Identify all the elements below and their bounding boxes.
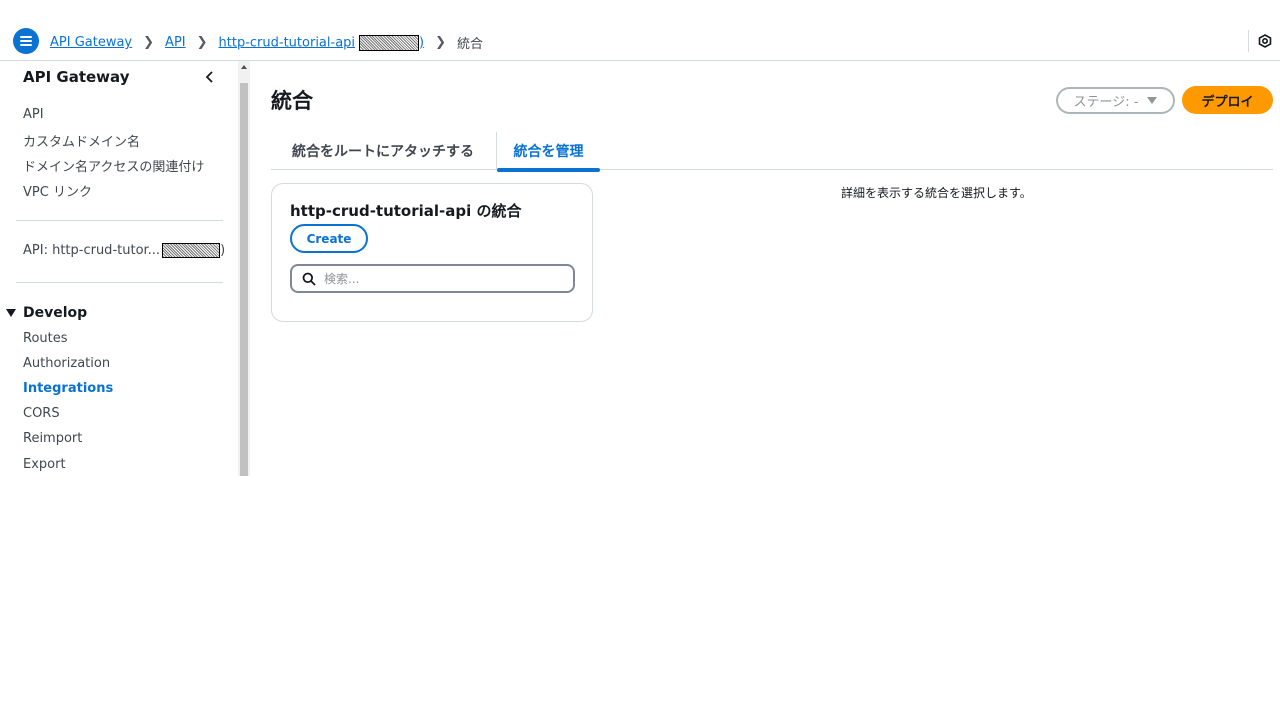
sidebar-item-export[interactable]: Export xyxy=(23,457,66,472)
chevron-left-icon[interactable] xyxy=(202,69,218,85)
sidebar-section-develop[interactable]: Develop xyxy=(6,305,87,321)
redacted-block xyxy=(162,243,221,258)
create-button[interactable]: Create xyxy=(290,224,368,253)
sidebar: API Gateway API カスタムドメイン名 ドメイン名アクセスの関連付け… xyxy=(0,61,238,476)
chevron-right-icon: ❯ xyxy=(435,35,447,50)
tab-bar: 統合をルートにアタッチする 統合を管理 xyxy=(271,132,1273,172)
sidebar-item-domain-access[interactable]: ドメイン名アクセスの関連付け xyxy=(23,156,204,175)
sidebar-api-label-suffix: ) xyxy=(220,243,226,258)
sidebar-item-api-name[interactable]: API: http-crud-tutor...) xyxy=(23,243,225,258)
stage-dropdown-label: ステージ: - xyxy=(1073,95,1139,110)
chevron-right-icon: ❯ xyxy=(196,35,208,50)
breadcrumb-api-gateway[interactable]: API Gateway xyxy=(50,35,132,50)
breadcrumb-api-name-suffix: ) xyxy=(419,35,425,50)
sidebar-item-cors[interactable]: CORS xyxy=(23,406,60,421)
stage-dropdown[interactable]: ステージ: - xyxy=(1056,87,1175,114)
scroll-up-arrow-icon[interactable] xyxy=(241,65,247,69)
scrollbar-thumb[interactable] xyxy=(240,83,248,476)
search-input[interactable] xyxy=(324,271,564,286)
page-title: 統合 xyxy=(271,89,313,113)
sidebar-item-vpc-links[interactable]: VPC リンク xyxy=(23,181,92,200)
search-icon xyxy=(302,272,316,286)
breadcrumb: API Gateway ❯ API ❯ http-crud-tutorial-a… xyxy=(50,33,483,52)
sidebar-section-label: Develop xyxy=(23,305,88,321)
tab-manage-integrations[interactable]: 統合を管理 xyxy=(496,132,600,172)
sidebar-title: API Gateway xyxy=(23,68,130,86)
caret-down-icon xyxy=(6,309,16,317)
breadcrumb-api[interactable]: API xyxy=(165,35,186,50)
breadcrumb-api-name[interactable]: http-crud-tutorial-api) xyxy=(218,34,425,51)
tab-attach-integrations[interactable]: 統合をルートにアタッチする xyxy=(271,132,495,170)
deploy-button[interactable]: デプロイ xyxy=(1182,86,1273,114)
chevron-right-icon: ❯ xyxy=(143,35,155,50)
breadcrumb-current: 統合 xyxy=(457,37,484,52)
sidebar-item-integrations[interactable]: Integrations xyxy=(23,381,113,396)
sidebar-item-reimport[interactable]: Reimport xyxy=(23,431,82,446)
sidebar-divider xyxy=(16,220,223,221)
card-title: http-crud-tutorial-api の統合 xyxy=(290,202,522,220)
sidebar-scrollbar[interactable] xyxy=(238,61,250,476)
settings-hexagon-icon[interactable] xyxy=(1248,30,1280,52)
sidebar-api-label: API: http-crud-tutor... xyxy=(23,243,161,258)
sidebar-divider xyxy=(16,282,223,283)
breadcrumb-api-name-text: http-crud-tutorial-api xyxy=(218,35,356,50)
menu-icon[interactable] xyxy=(13,28,39,54)
detail-hint-text: 詳細を表示する統合を選択します。 xyxy=(841,186,1032,200)
caret-down-icon xyxy=(1147,97,1158,104)
top-navigation-bar: API Gateway ❯ API ❯ http-crud-tutorial-a… xyxy=(0,0,1280,61)
search-field[interactable] xyxy=(290,264,575,293)
sidebar-item-custom-domains[interactable]: カスタムドメイン名 xyxy=(23,131,140,150)
sidebar-item-routes[interactable]: Routes xyxy=(23,331,68,346)
integrations-card: http-crud-tutorial-api の統合 Create xyxy=(271,183,593,322)
sidebar-item-api[interactable]: API xyxy=(23,107,44,122)
redacted-block xyxy=(359,34,420,51)
sidebar-item-authorization[interactable]: Authorization xyxy=(23,356,110,371)
